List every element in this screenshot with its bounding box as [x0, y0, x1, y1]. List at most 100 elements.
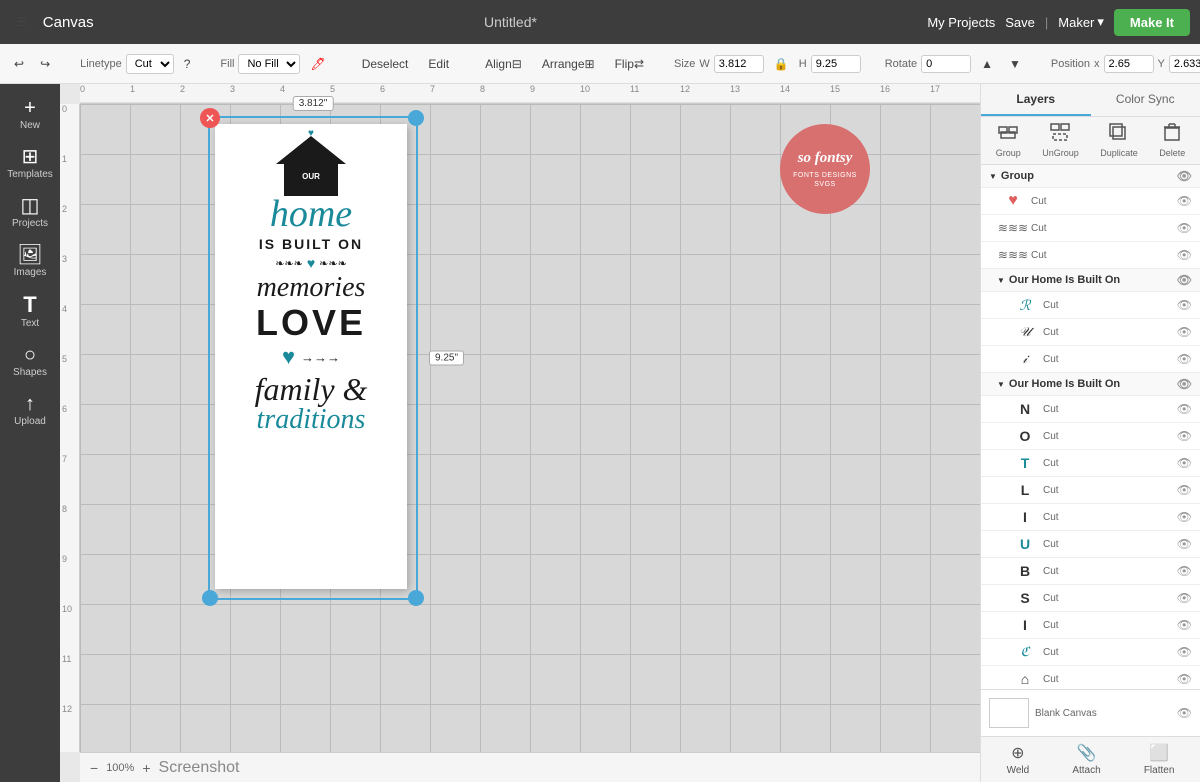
ourhome1-eye[interactable]: 👁 — [1177, 273, 1192, 287]
group-header-main[interactable]: ▼ Group 👁 — [981, 165, 1200, 188]
tab-color-sync[interactable]: Color Sync — [1091, 84, 1200, 116]
ungroup-action[interactable]: UnGroup — [1042, 123, 1079, 158]
B-eye-icon[interactable]: 👁 — [1177, 564, 1192, 578]
layer-item-U2[interactable]: U Cut 👁 — [981, 531, 1200, 558]
design-flourish: ❧❧❧ ♥ ❧❧❧ — [275, 255, 347, 271]
wave1-eye-icon[interactable]: 👁 — [1177, 221, 1192, 235]
L-eye-icon[interactable]: 👁 — [1177, 483, 1192, 497]
letter-O-icon: O — [1013, 426, 1037, 446]
canvas-area[interactable]: /* ruler ticks handled inline */ 0 1 2 3… — [60, 84, 980, 782]
flip-button[interactable]: Flip ⇄ — [609, 54, 650, 74]
layer-item-U[interactable]: 𝒰 Cut 👁 — [981, 319, 1200, 346]
duplicate-action[interactable]: Duplicate — [1100, 123, 1138, 158]
group-action[interactable]: Group — [996, 123, 1021, 158]
I2-eye-icon[interactable]: 👁 — [1177, 510, 1192, 524]
weld-button[interactable]: ⊕ Weld — [1007, 743, 1030, 776]
save-button[interactable]: Save — [1005, 15, 1035, 30]
U2-eye-icon[interactable]: 👁 — [1177, 537, 1192, 551]
group-eye-icon[interactable]: 👁 — [1177, 169, 1192, 183]
layer-item-house[interactable]: ⌂ Cut 👁 — [981, 666, 1200, 689]
layer-item-I2[interactable]: I Cut 👁 — [981, 504, 1200, 531]
T-eye-icon[interactable]: 👁 — [1177, 456, 1192, 470]
edit-button[interactable]: Edit — [422, 54, 455, 74]
layer-item-script-c[interactable]: ℭ Cut 👁 — [981, 639, 1200, 666]
heart-eye-icon[interactable]: 👁 — [1177, 194, 1192, 208]
hamburger-menu[interactable]: ☰ — [10, 12, 33, 32]
sidebar-item-new[interactable]: + New — [4, 92, 56, 137]
width-input[interactable] — [714, 55, 764, 73]
lock-ratio[interactable]: 🔒 — [768, 54, 795, 74]
canvas-grid[interactable]: OUR ♥ home IS BUILT ON ❧❧❧ ♥ ❧❧❧ — [80, 104, 980, 752]
maker-button[interactable]: Maker ▾ — [1058, 14, 1104, 30]
group-header-ourhome2[interactable]: ▼ Our Home Is Built On 👁 — [981, 373, 1200, 396]
flatten-button[interactable]: ⬜ Flatten — [1144, 743, 1175, 776]
delete-action[interactable]: Delete — [1159, 123, 1185, 158]
deselect-button[interactable]: Deselect — [356, 54, 415, 74]
ourhome2-eye[interactable]: 👁 — [1177, 377, 1192, 391]
group-header-ourhome1[interactable]: ▼ Our Home Is Built On 👁 — [981, 269, 1200, 292]
wave1-icon: ≋≋≋ — [1001, 218, 1025, 238]
layer-item-N[interactable]: N Cut 👁 — [981, 396, 1200, 423]
make-it-button[interactable]: Make It — [1114, 9, 1190, 36]
my-projects-button[interactable]: My Projects — [927, 15, 995, 30]
align-button[interactable]: Align ⊟ — [479, 54, 528, 74]
sidebar-item-upload[interactable]: ↑ Upload — [4, 388, 56, 433]
S-eye-icon[interactable]: 👁 — [1177, 591, 1192, 605]
fill-select[interactable]: No Fill — [238, 54, 300, 74]
delete-icon — [1163, 123, 1181, 146]
linetype-select[interactable]: Cut — [126, 54, 174, 74]
R-eye-icon[interactable]: 👁 — [1177, 298, 1192, 312]
redo-button[interactable]: ↪ — [34, 54, 56, 74]
collapse-icon2: ▼ — [997, 276, 1005, 285]
linetype-info[interactable]: ? — [178, 54, 197, 74]
script-c-eye-icon[interactable]: 👁 — [1177, 645, 1192, 659]
wave2-eye-icon[interactable]: 👁 — [1177, 248, 1192, 262]
document-title: Untitled* — [104, 14, 918, 30]
zoom-out-button[interactable]: − — [90, 760, 98, 776]
blank-canvas-row[interactable]: Blank Canvas 👁 — [981, 689, 1200, 736]
I3-eye-icon[interactable]: 👁 — [1177, 618, 1192, 632]
attach-button[interactable]: 📎 Attach — [1072, 743, 1100, 776]
rotate-down[interactable]: ▼ — [1003, 54, 1027, 74]
rotate-handle-tr[interactable] — [408, 110, 424, 126]
resize-handle-bl[interactable] — [202, 590, 218, 606]
height-input[interactable] — [811, 55, 861, 73]
resize-handle-br[interactable] — [408, 590, 424, 606]
rotate-input[interactable] — [921, 55, 971, 73]
layer-item-I1[interactable]: 𝒾 Cut 👁 — [981, 346, 1200, 373]
layer-item-R[interactable]: ℛ Cut 👁 — [981, 292, 1200, 319]
layer-item-S[interactable]: S Cut 👁 — [981, 585, 1200, 612]
sidebar-item-text[interactable]: T Text — [4, 288, 56, 335]
layer-item-heart[interactable]: ♥ Cut 👁 — [981, 188, 1200, 215]
x-input[interactable] — [1104, 55, 1154, 73]
sidebar-item-shapes[interactable]: ○ Shapes — [4, 339, 56, 384]
U-eye-icon[interactable]: 👁 — [1177, 325, 1192, 339]
I1-eye-icon[interactable]: 👁 — [1177, 352, 1192, 366]
sidebar-item-images[interactable]: 🖼 Images — [4, 239, 56, 284]
layer-item-T[interactable]: T Cut 👁 — [981, 450, 1200, 477]
house-eye-icon[interactable]: 👁 — [1177, 672, 1192, 686]
fill-color[interactable]: 🖊 — [304, 54, 331, 74]
layer-item-O[interactable]: O Cut 👁 — [981, 423, 1200, 450]
undo-button[interactable]: ↩ — [8, 54, 30, 74]
sidebar-item-projects[interactable]: ◫ Projects — [4, 190, 56, 235]
layer-item-I3[interactable]: I Cut 👁 — [981, 612, 1200, 639]
right-panel-tabs: Layers Color Sync — [981, 84, 1200, 117]
blank-canvas-eye[interactable]: 👁 — [1177, 706, 1192, 720]
delete-handle[interactable]: ✕ — [200, 108, 220, 128]
layer-cut-T: Cut — [1043, 458, 1171, 469]
arrange-button[interactable]: Arrange ⊞ — [536, 54, 601, 74]
N-eye-icon[interactable]: 👁 — [1177, 402, 1192, 416]
layer-item-L[interactable]: L Cut 👁 — [981, 477, 1200, 504]
position-group: Position x Y — [1051, 55, 1200, 73]
layer-item-wave2[interactable]: ≋≋≋ Cut 👁 — [981, 242, 1200, 269]
y-input[interactable] — [1169, 55, 1200, 73]
zoom-in-button[interactable]: + — [142, 760, 150, 776]
layer-item-wave1[interactable]: ≋≋≋ Cut 👁 — [981, 215, 1200, 242]
rotate-up[interactable]: ▲ — [975, 54, 999, 74]
tab-layers[interactable]: Layers — [981, 84, 1091, 116]
layer-item-B[interactable]: B Cut 👁 — [981, 558, 1200, 585]
O-eye-icon[interactable]: 👁 — [1177, 429, 1192, 443]
design-heart-arrows: ♥ →→→ — [282, 344, 340, 370]
sidebar-item-templates[interactable]: ⊞ Templates — [4, 141, 56, 186]
